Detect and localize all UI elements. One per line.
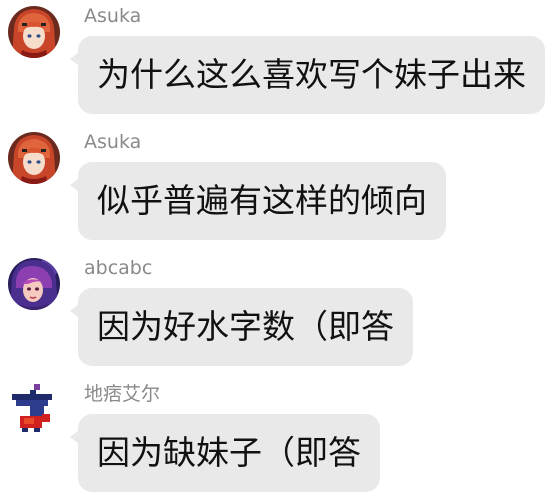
red-haired-anime-girl-avatar[interactable] xyxy=(8,6,60,58)
message-bubble[interactable]: 为什么这么喜欢写个妹子出来 xyxy=(70,36,545,114)
sender-name: abcabc xyxy=(84,257,153,279)
message-bubble[interactable]: 因为缺妹子（即答 xyxy=(70,414,380,492)
red-haired-anime-girl-avatar[interactable] xyxy=(8,132,60,184)
message-bubble[interactable]: 因为好水字数（即答 xyxy=(70,288,413,366)
sender-name: Asuka xyxy=(84,131,142,153)
sender-name: 地痞艾尔 xyxy=(84,383,161,405)
pixel-sprite-avatar[interactable] xyxy=(8,384,60,436)
sender-name: Asuka xyxy=(84,5,142,27)
message-bubble[interactable]: 似乎普遍有这样的倾向 xyxy=(70,162,446,240)
purple-haired-anime-character-avatar[interactable] xyxy=(8,258,60,310)
